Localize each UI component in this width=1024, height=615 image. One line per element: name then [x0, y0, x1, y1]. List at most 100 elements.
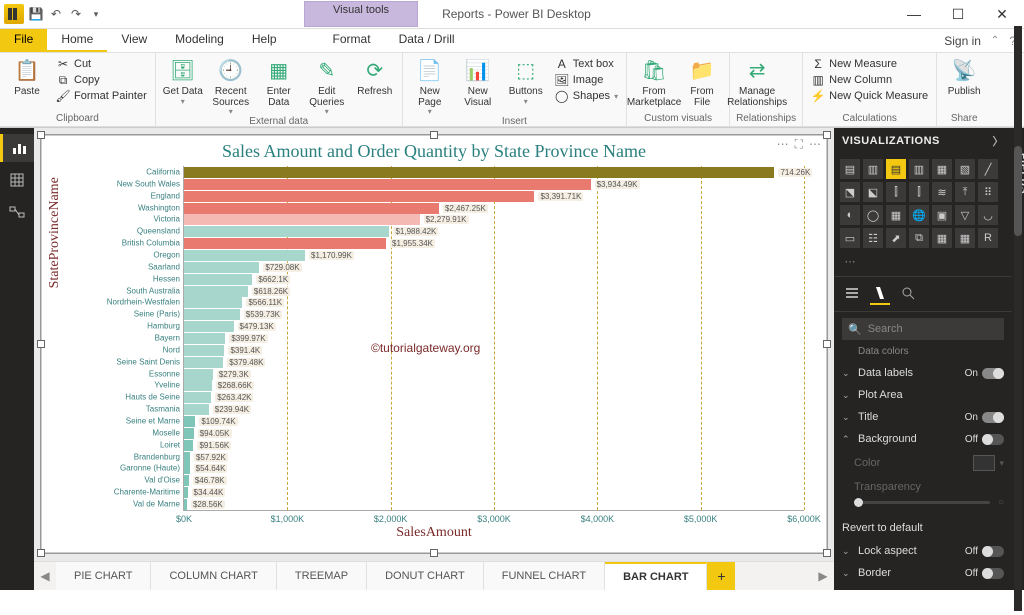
analytics-tab[interactable] — [898, 283, 918, 303]
bar[interactable] — [184, 262, 259, 273]
bar[interactable] — [184, 475, 189, 486]
format-item[interactable]: ⌄BorderOff — [834, 562, 1012, 584]
viz-type-table[interactable]: ▦ — [932, 228, 952, 248]
expand-caret-icon[interactable]: ⌄ — [842, 368, 852, 379]
page-tab[interactable]: BAR CHART — [605, 562, 707, 590]
viz-type-area[interactable]: ⬔ — [840, 182, 860, 202]
viz-type-multi-card[interactable]: ☷ — [863, 228, 883, 248]
buttons-button[interactable]: ⬚Buttons — [505, 55, 547, 106]
format-item[interactable]: ⌄TitleOn — [834, 406, 1012, 428]
from-file-button[interactable]: 📁From File — [681, 55, 723, 108]
bar[interactable] — [184, 463, 190, 474]
viz-type-slicer[interactable]: ⧉ — [909, 228, 929, 248]
bar[interactable] — [184, 286, 248, 297]
publish-button[interactable]: 📡Publish — [943, 55, 985, 98]
viz-type-pie[interactable]: ◐ — [840, 205, 860, 225]
window-close-button[interactable]: ✕ — [980, 0, 1024, 28]
image-button[interactable]: 🖼Image — [553, 73, 620, 87]
viz-type-donut[interactable]: ◯ — [863, 205, 883, 225]
viz-type-line[interactable]: ╱ — [978, 159, 998, 179]
bar[interactable] — [184, 179, 591, 190]
toggle-switch[interactable] — [982, 412, 1004, 423]
menu-help[interactable]: Help — [238, 29, 291, 52]
viz-type-map[interactable]: 🌐 — [909, 205, 929, 225]
viz-type-treemap[interactable]: ▦ — [886, 205, 906, 225]
sign-in-link[interactable]: Sign in — [944, 34, 981, 48]
bar[interactable] — [184, 428, 194, 439]
qat-redo-icon[interactable]: ↷ — [68, 6, 84, 22]
viz-type-ribbon[interactable]: ≋ — [932, 182, 952, 202]
collapse-pane-icon[interactable]: 〉 — [993, 133, 1005, 149]
viz-type-filled-map[interactable]: ▣ — [932, 205, 952, 225]
expand-caret-icon[interactable]: ⌄ — [842, 412, 852, 423]
bar[interactable] — [184, 369, 213, 380]
bar[interactable] — [184, 380, 212, 391]
text-box-button[interactable]: AText box — [553, 57, 620, 71]
viz-type-column-line2[interactable]: ⫿ — [909, 182, 929, 202]
viz-type-kpi[interactable]: ⬈ — [886, 228, 906, 248]
viz-type-stacked-area[interactable]: ⬕ — [863, 182, 883, 202]
viz-type-clustered-bar[interactable]: ▤ — [886, 159, 906, 179]
shapes-button[interactable]: ◯Shapes — [553, 89, 620, 103]
bar[interactable] — [184, 487, 188, 498]
toggle-switch[interactable] — [982, 568, 1004, 579]
toggle-switch[interactable] — [982, 546, 1004, 557]
copy-button[interactable]: ⧉Copy — [54, 73, 149, 87]
bar[interactable] — [184, 345, 224, 356]
nav-model-view[interactable] — [3, 198, 31, 226]
viz-type-clustered-column[interactable]: ▥ — [909, 159, 929, 179]
menu-file[interactable]: File — [0, 29, 47, 52]
nav-report-view[interactable] — [0, 134, 34, 162]
refresh-button[interactable]: ⟳Refresh — [354, 55, 396, 98]
get-data-button[interactable]: 🗄Get Data — [162, 55, 204, 106]
qat-undo-icon[interactable]: ↶ — [48, 6, 64, 22]
bar[interactable] — [184, 309, 240, 320]
window-minimize-button[interactable]: — — [892, 0, 936, 28]
tabs-scroll-right[interactable]: ▶ — [812, 562, 834, 590]
menu-view[interactable]: View — [107, 29, 161, 52]
bar[interactable] — [184, 404, 209, 415]
qat-dropdown-icon[interactable]: ▾ — [88, 6, 104, 22]
viz-type-stacked-column[interactable]: ▥ — [863, 159, 883, 179]
bar[interactable] — [184, 203, 439, 214]
tabs-scroll-left[interactable]: ◀ — [34, 562, 56, 590]
from-marketplace-button[interactable]: 🛍From Marketplace — [633, 55, 675, 108]
page-tab[interactable]: FUNNEL CHART — [484, 562, 605, 590]
viz-type-stacked-bar[interactable]: ▤ — [840, 159, 860, 179]
cut-button[interactable]: ✂Cut — [54, 57, 149, 71]
bar[interactable] — [184, 167, 774, 178]
page-tab[interactable]: DONUT CHART — [367, 562, 484, 590]
new-visual-button[interactable]: 📊New Visual — [457, 55, 499, 108]
nav-data-view[interactable] — [3, 166, 31, 194]
menu-data-drill[interactable]: Data / Drill — [385, 29, 469, 52]
bar[interactable] — [184, 416, 195, 427]
format-pane-scrollbar[interactable] — [1014, 26, 1022, 611]
toggle-switch[interactable] — [982, 434, 1004, 445]
page-tab[interactable]: TREEMAP — [277, 562, 367, 590]
visual-options-icon[interactable]: ⋯ — [809, 137, 821, 152]
format-item[interactable]: ⌄Lock aspectOff — [834, 540, 1012, 562]
chevron-up-icon[interactable]: ⌃ — [991, 35, 999, 46]
expand-caret-icon[interactable]: ⌄ — [842, 390, 852, 401]
fields-well-tab[interactable] — [842, 283, 862, 303]
qat-save-icon[interactable]: 💾 — [28, 6, 44, 22]
new-measure-button[interactable]: ΣNew Measure — [809, 57, 930, 71]
page-tab[interactable]: COLUMN CHART — [151, 562, 276, 590]
menu-modeling[interactable]: Modeling — [161, 29, 238, 52]
bar[interactable] — [184, 238, 386, 249]
paste-button[interactable]: 📋 Paste — [6, 55, 48, 98]
bar[interactable] — [184, 214, 420, 225]
viz-type-scatter[interactable]: ⠿ — [978, 182, 998, 202]
format-item[interactable]: ⌃BackgroundOff — [834, 428, 1012, 450]
viz-type-100-stacked-column[interactable]: ▧ — [955, 159, 975, 179]
bar[interactable] — [184, 499, 187, 510]
format-item[interactable]: ⌄Plot Area — [834, 384, 1012, 406]
format-tab[interactable] — [870, 283, 890, 305]
bar[interactable] — [184, 357, 223, 368]
bar[interactable] — [184, 333, 225, 344]
viz-type-100-stacked-bar[interactable]: ▦ — [932, 159, 952, 179]
bar[interactable] — [184, 250, 305, 261]
expand-caret-icon[interactable]: ⌃ — [842, 434, 852, 445]
revert-to-default-link[interactable]: Revert to default — [834, 516, 1012, 540]
expand-caret-icon[interactable]: ⌄ — [842, 546, 852, 557]
